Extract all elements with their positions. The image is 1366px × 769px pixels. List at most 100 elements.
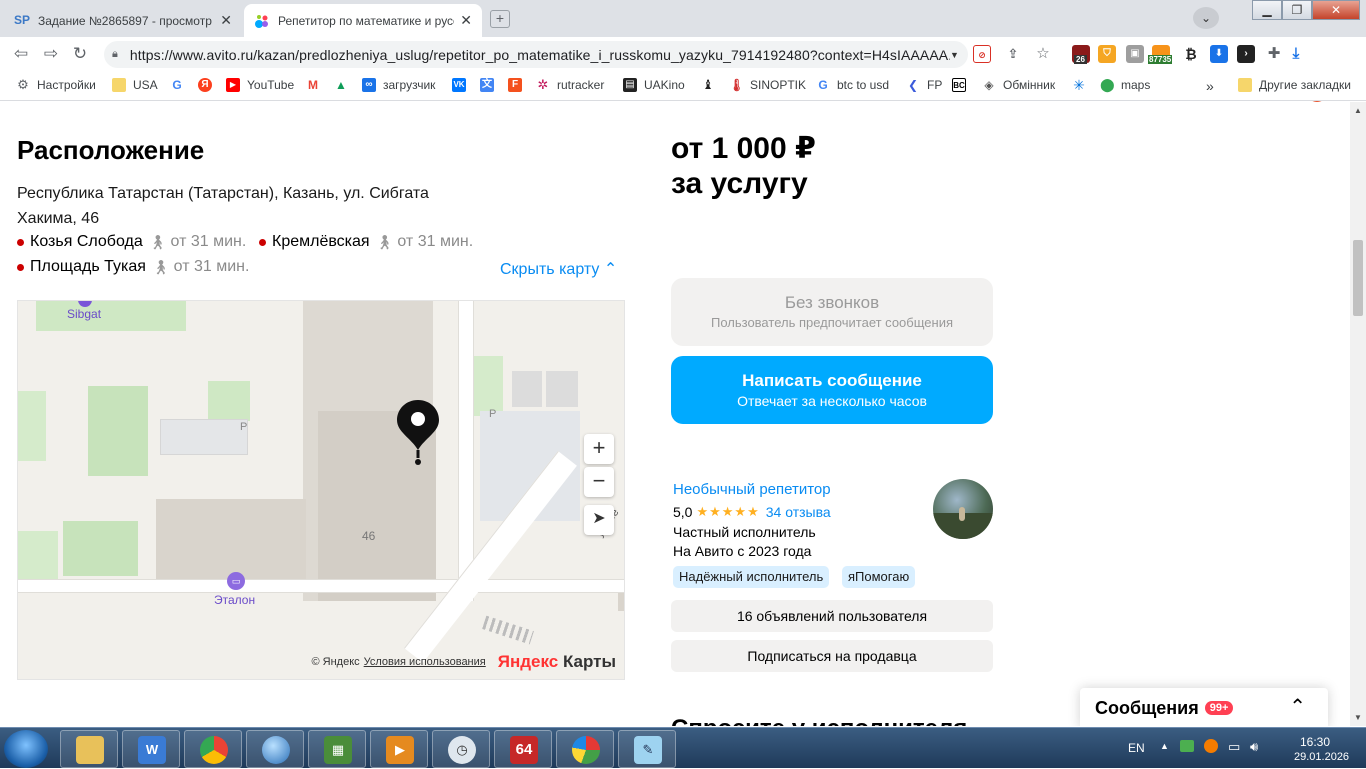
yandex-map[interactable]: Sibgat ▭ Эталон 46 ул. Ле P P + − ➤ © Ян… xyxy=(17,300,625,680)
close-window-button[interactable]: ✕ xyxy=(1312,0,1360,20)
bookmark-btc-usd[interactable]: Gbtc to usd xyxy=(816,78,889,92)
page-scrollbar[interactable]: ▲ ▼ xyxy=(1350,102,1366,726)
bookmark-rutracker[interactable]: ✲ rutracker xyxy=(536,78,604,92)
bookmark-vk[interactable]: VK xyxy=(452,78,473,92)
bookmark-sinoptik[interactable]: 🌡︎ SINOPTIK xyxy=(729,78,806,92)
zoom-in-button[interactable]: + xyxy=(584,434,614,464)
share-icon[interactable]: ⇪ xyxy=(1004,45,1022,63)
bookmark-settings[interactable]: ⚙ Настройки xyxy=(16,78,96,92)
map-terms-link[interactable]: Условия использования xyxy=(364,656,486,668)
scroll-down-arrow-icon[interactable]: ▼ xyxy=(1354,713,1362,722)
taskbar-shield-app[interactable]: W xyxy=(122,730,180,768)
tab-avito[interactable]: Репетитор по математике и русс ✕ xyxy=(244,4,482,37)
seller-avatar[interactable] xyxy=(933,479,993,539)
bookmark-drive[interactable]: ▲ xyxy=(334,78,355,92)
gmail-icon: M xyxy=(306,78,320,92)
minimize-button[interactable]: ▁ xyxy=(1252,0,1282,20)
taskbar-colorful-app[interactable] xyxy=(556,730,614,768)
ublock-icon[interactable]: 26 xyxy=(1072,45,1090,64)
dropdown-arrow-icon[interactable]: ▼ xyxy=(950,50,968,60)
tray-battery-icon[interactable] xyxy=(1180,740,1194,752)
taskbar-explorer[interactable] xyxy=(60,730,118,768)
scroll-thumb[interactable] xyxy=(1353,240,1363,316)
yandex-maps-logo[interactable]: Яндекс Карты xyxy=(498,652,616,672)
scroll-up-arrow-icon[interactable]: ▲ xyxy=(1354,106,1362,115)
chevron-up-icon[interactable]: ⌃ xyxy=(1289,694,1306,719)
network-icon[interactable]: ▭ xyxy=(1228,739,1240,755)
map-pin-icon[interactable] xyxy=(395,398,441,471)
bookmark-exchanger[interactable]: ◈ Обмінник xyxy=(982,78,1055,92)
bitcoin-ticker-icon[interactable]: 87735 xyxy=(1148,45,1173,64)
taskbar-hardware[interactable]: ▦ xyxy=(308,730,366,768)
bookmark-star-icon[interactable]: ☆ xyxy=(1034,45,1052,63)
shield-ext-icon[interactable]: ⛉ xyxy=(1098,45,1116,63)
seller-name-link[interactable]: Необычный репетитор xyxy=(673,481,831,498)
start-button[interactable] xyxy=(4,730,48,768)
zoom-out-button[interactable]: − xyxy=(584,467,614,497)
restore-button[interactable]: ❐ xyxy=(1282,0,1312,20)
media-player-icon: ▶ xyxy=(386,736,414,764)
hide-map-link[interactable]: Скрыть карту ⌃ xyxy=(500,259,617,279)
tab-search-chevron-icon[interactable]: ⌄ xyxy=(1193,7,1219,29)
bookmark-youtube[interactable]: ▶ YouTube xyxy=(226,78,294,92)
bookmark-translate[interactable]: 文 xyxy=(480,78,501,92)
poi-etalon-label[interactable]: Эталон xyxy=(214,593,255,607)
no-calls-button[interactable]: Без звонков Пользователь предпочитает со… xyxy=(671,278,993,346)
bitcoin-icon[interactable]: ₿ xyxy=(1182,45,1200,63)
chrome-icon xyxy=(200,736,228,764)
bookmark-f[interactable]: F xyxy=(508,78,529,92)
parking-label: P xyxy=(489,408,497,420)
tab-task[interactable]: SP Задание №2865897 - просмотр з ✕ xyxy=(4,4,242,37)
taskbar-media[interactable]: ▶ xyxy=(370,730,428,768)
download-ext-icon[interactable]: ⬇ xyxy=(1210,45,1228,63)
terminal-ext-icon[interactable]: › xyxy=(1237,45,1255,63)
bookmark-yandex[interactable]: Я xyxy=(198,78,219,92)
taskbar-aida64[interactable]: 64 xyxy=(494,730,552,768)
bookmark-usa[interactable]: USA xyxy=(112,78,158,92)
messages-widget[interactable]: Сообщения 99+ ⌃ xyxy=(1080,688,1328,726)
extensions-puzzle-icon[interactable]: ✚ xyxy=(1265,45,1283,63)
bookmark-other[interactable]: Другие закладки xyxy=(1238,78,1351,92)
tab-close-icon[interactable]: ✕ xyxy=(220,12,232,29)
bookmark-chess[interactable]: ♝ xyxy=(701,78,722,92)
volume-icon[interactable]: 🔊︎ xyxy=(1250,739,1258,755)
bc-icon: BC xyxy=(952,78,966,92)
block-icon[interactable]: ⊘ xyxy=(973,45,991,63)
address-bar[interactable]: 🔒︎ https://www.avito.ru/kazan/predlozhen… xyxy=(104,41,968,68)
forward-arrow-icon[interactable]: ⇨ xyxy=(39,43,63,65)
taskbar-chrome[interactable] xyxy=(184,730,242,768)
tab-close-icon[interactable]: ✕ xyxy=(460,12,472,29)
tray-app-icon[interactable] xyxy=(1204,739,1218,753)
write-message-button[interactable]: Написать сообщение Отвечает за несколько… xyxy=(671,356,993,424)
clock-date[interactable]: 29.01.2026 xyxy=(1294,751,1349,763)
taskbar-notepad[interactable]: ✎ xyxy=(618,730,676,768)
poi-sibgat-label[interactable]: Sibgat xyxy=(67,307,101,321)
badge-reliable[interactable]: Надёжный исполнитель xyxy=(673,566,830,588)
bookmark-fp[interactable]: ❮ FP xyxy=(906,78,942,92)
language-indicator[interactable]: EN xyxy=(1128,741,1145,755)
reviews-link[interactable]: 34 отзыва xyxy=(766,504,831,520)
subscribe-seller-button[interactable]: Подписаться на продавца xyxy=(671,640,993,672)
bookmark-downloader[interactable]: ∞ загрузчик xyxy=(362,78,435,92)
downloads-icon[interactable]: ⤓ xyxy=(1287,45,1305,63)
taskbar-globe[interactable] xyxy=(246,730,304,768)
bookmark-bc[interactable]: BC xyxy=(952,78,973,92)
bookmark-uakino[interactable]: ▤ UAKino xyxy=(623,78,685,92)
badge-yapomogayu[interactable]: яПомогаю xyxy=(842,566,916,588)
bookmark-google[interactable]: G xyxy=(170,78,191,92)
bookmark-gmail[interactable]: M xyxy=(306,78,327,92)
clock-time[interactable]: 16:30 xyxy=(1300,735,1330,749)
map-attribution: © Яндекс Условия использования Яндекс Ка… xyxy=(311,652,616,672)
reload-icon[interactable]: ↻ xyxy=(68,43,92,65)
back-arrow-icon[interactable]: ⇦ xyxy=(9,43,33,65)
bookmark-walmart[interactable]: ✳ xyxy=(1072,78,1093,92)
windows-taskbar: W ▦ ▶ ◷ 64 ✎ EN ▲ ▭ 🔊︎ 16:30 29.01.2026 xyxy=(0,727,1366,768)
geolocation-arrow-icon[interactable]: ➤ xyxy=(584,505,614,535)
bookmarks-more[interactable]: » xyxy=(1206,78,1214,94)
briefcase-ext-icon[interactable]: ▣ xyxy=(1126,45,1144,63)
taskbar-clock-app[interactable]: ◷ xyxy=(432,730,490,768)
bookmark-maps[interactable]: ⬤ maps xyxy=(1100,78,1150,92)
tray-expand-icon[interactable]: ▲ xyxy=(1160,741,1169,751)
new-tab-button[interactable]: + xyxy=(490,10,510,28)
seller-listings-button[interactable]: 16 объявлений пользователя xyxy=(671,600,993,632)
